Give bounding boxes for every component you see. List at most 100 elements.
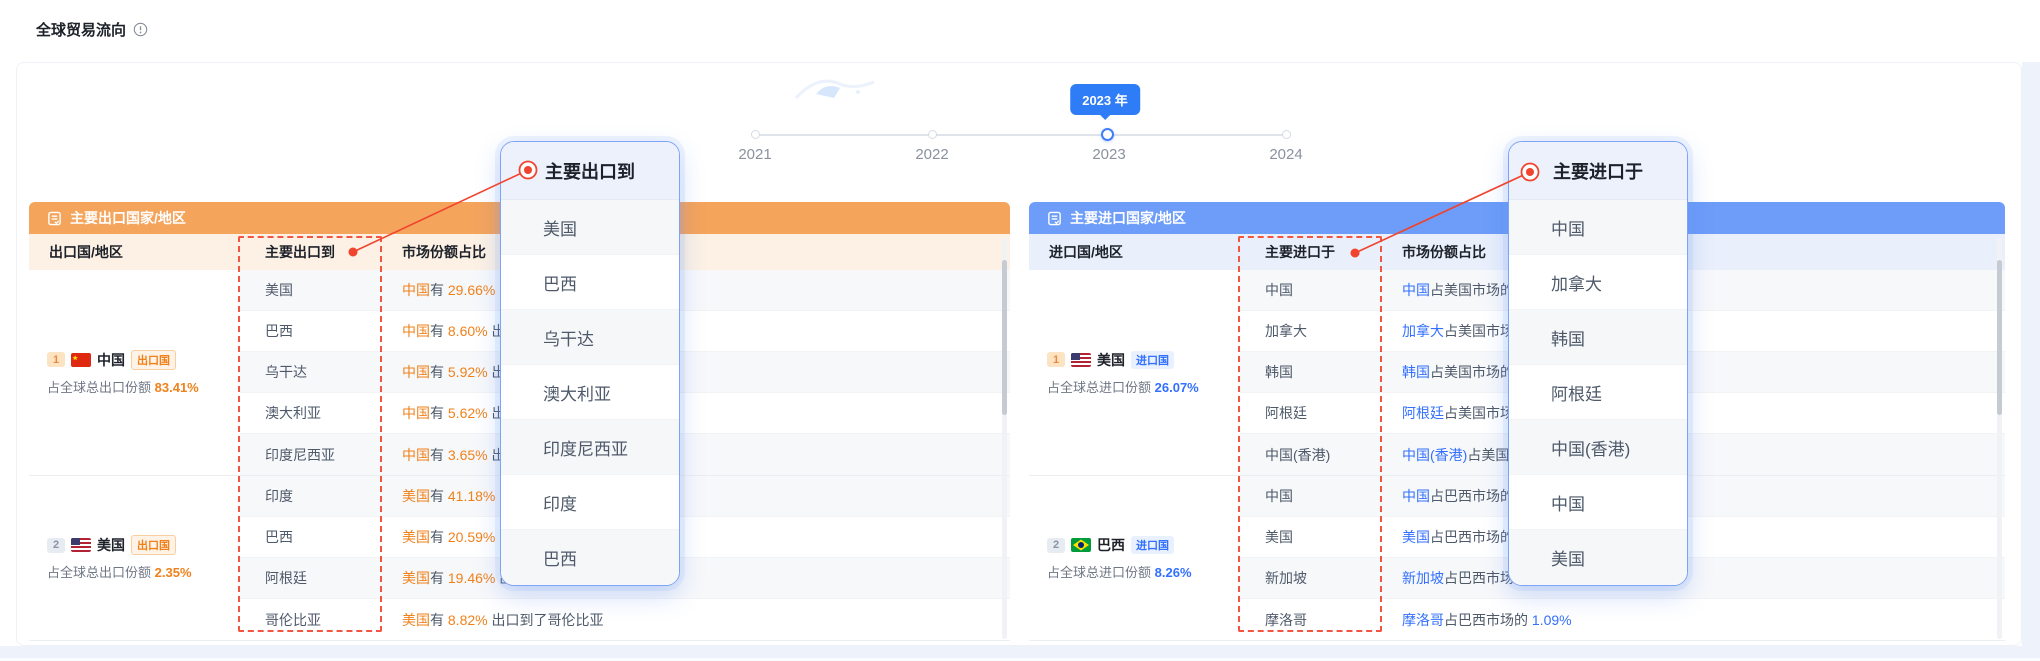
dropdown-item[interactable]: 乌干达	[501, 310, 679, 365]
slider-handle[interactable]	[1101, 128, 1114, 141]
dropdown-item[interactable]: 阿根廷	[1509, 365, 1687, 420]
role-badge: 进口国	[1131, 351, 1174, 369]
dropdown-item[interactable]: 印度	[501, 475, 679, 530]
market-share-text: 美国有 20.59% 出	[378, 527, 1010, 547]
market-share-text: 美国有 41.18% 出	[378, 486, 1010, 506]
partner-country: 阿根廷	[240, 568, 378, 588]
rank-badge: 2	[47, 538, 65, 553]
share-label: 占全球总出口份额	[47, 380, 151, 395]
col-market-share: 市场份额占比	[378, 242, 1010, 262]
role-badge: 出口国	[131, 350, 176, 370]
exporter-summary: 1 中国 出口国 占全球总出口份额 83.41%	[29, 270, 240, 475]
partner-country: 中国	[1240, 280, 1378, 300]
partner-country: 巴西	[240, 321, 378, 341]
export-dropdown: 主要出口到 美国 巴西 乌干达 澳大利亚 印度尼西亚 印度 巴西	[500, 141, 680, 586]
partner-country: 中国(香港)	[1240, 445, 1378, 465]
dropdown-item[interactable]: 中国	[1509, 200, 1687, 255]
col-import-from: 主要进口于	[1240, 242, 1378, 262]
partner-country: 巴西	[240, 527, 378, 547]
role-badge: 进口国	[1131, 536, 1174, 554]
share-value: 83.41%	[155, 380, 199, 395]
dropdown-item[interactable]: 加拿大	[1509, 255, 1687, 310]
share-label: 占全球总进口份额	[1047, 565, 1151, 580]
year-label-2022[interactable]: 2022	[897, 146, 967, 163]
china-flag-icon	[71, 353, 91, 367]
dropdown-item[interactable]: 巴西	[501, 255, 679, 310]
dropdown-item[interactable]: 韩国	[1509, 310, 1687, 365]
slider-mark-2021[interactable]	[751, 130, 760, 139]
partner-country: 印度尼西亚	[240, 445, 378, 465]
market-share-text: 中国(香港)占美国市	[1378, 445, 2005, 465]
year-label-2023[interactable]: 2023	[1074, 146, 1144, 163]
orders-icon	[1047, 211, 1062, 226]
page-title: 全球贸易流向	[36, 19, 148, 40]
slider-tooltip: 2023 年	[1070, 84, 1140, 115]
slider-mark-2022[interactable]	[928, 130, 937, 139]
import-banner-label: 主要进口国家/地区	[1070, 208, 1186, 228]
dropdown-item[interactable]: 中国(香港)	[1509, 420, 1687, 475]
year-slider-track[interactable]	[755, 134, 1286, 136]
partner-country: 澳大利亚	[240, 403, 378, 423]
dropdown-item[interactable]: 美国	[501, 200, 679, 255]
dropdown-item[interactable]: 印度尼西亚	[501, 420, 679, 475]
partner-country: 阿根廷	[1240, 403, 1378, 423]
partner-country: 美国	[1240, 527, 1378, 547]
export-banner-label: 主要出口国家/地区	[70, 208, 186, 228]
export-table-scrollbar-thumb[interactable]	[1002, 260, 1007, 415]
market-share-text: 中国有 29.66% 出	[378, 280, 1010, 300]
col-export-to: 主要出口到	[240, 242, 378, 262]
partner-country: 加拿大	[1240, 321, 1378, 341]
market-share-text: 美国有 8.82% 出口到了哥伦比亚	[378, 610, 1010, 630]
import-table-scrollbar-thumb[interactable]	[1997, 260, 2002, 415]
market-share-text: 美国占巴西市场的	[1378, 527, 2005, 547]
market-share-text: 新加坡占巴西市场	[1378, 568, 2005, 588]
partner-country: 新加坡	[1240, 568, 1378, 588]
share-value: 2.35%	[155, 565, 192, 580]
country-name: 中国	[97, 350, 125, 370]
rank-badge: 1	[1047, 352, 1065, 367]
partner-country: 中国	[1240, 486, 1378, 506]
col-importer: 进口国/地区	[1029, 242, 1240, 262]
share-label: 占全球总出口份额	[47, 565, 151, 580]
orders-icon	[47, 211, 62, 226]
import-dropdown-title: 主要进口于	[1509, 142, 1687, 200]
usa-flag-icon	[71, 538, 91, 552]
rank-badge: 1	[47, 352, 65, 367]
role-badge: 出口国	[131, 535, 176, 555]
page-title-text: 全球贸易流向	[36, 19, 126, 40]
exporter-summary: 2 美国 出口国 占全球总出口份额 2.35%	[29, 476, 240, 640]
country-name: 巴西	[1097, 535, 1125, 555]
partner-country: 印度	[240, 486, 378, 506]
col-exporter: 出口国/地区	[29, 242, 240, 262]
year-label-2024[interactable]: 2024	[1251, 146, 1321, 163]
market-share-text: 中国有 3.65% 出	[378, 445, 1010, 465]
partner-country: 乌干达	[240, 362, 378, 382]
market-share-text: 中国占美国市场的	[1378, 280, 2005, 300]
watermark	[778, 68, 888, 110]
dropdown-item[interactable]: 巴西	[501, 530, 679, 585]
slider-mark-2024[interactable]	[1282, 130, 1291, 139]
usa-flag-icon	[1071, 353, 1091, 367]
market-share-text: 中国有 5.92% 出	[378, 362, 1010, 382]
table-row[interactable]: 摩洛哥 摩洛哥占巴西市场的 1.09%	[1240, 599, 2005, 640]
info-circle-icon[interactable]	[133, 22, 148, 37]
market-share-text: 阿根廷占美国市场	[1378, 403, 2005, 423]
importer-summary: 1 美国 进口国 占全球总进口份额 26.07%	[1029, 270, 1240, 475]
importer-summary: 2 巴西 进口国 占全球总进口份额 8.26%	[1029, 476, 1240, 640]
table-row[interactable]: 哥伦比亚 美国有 8.82% 出口到了哥伦比亚	[240, 599, 1010, 640]
dropdown-item[interactable]: 澳大利亚	[501, 365, 679, 420]
year-label-2021[interactable]: 2021	[720, 146, 790, 163]
market-share-text: 中国有 5.62% 出	[378, 403, 1010, 423]
share-value: 26.07%	[1155, 380, 1199, 395]
page-background-strip-right	[2022, 62, 2040, 661]
partner-country: 韩国	[1240, 362, 1378, 382]
dropdown-item[interactable]: 中国	[1509, 475, 1687, 530]
partner-country: 美国	[240, 280, 378, 300]
partner-country: 哥伦比亚	[240, 610, 378, 630]
share-value: 8.26%	[1155, 565, 1192, 580]
export-dropdown-title: 主要出口到	[501, 142, 679, 200]
market-share-text: 中国占巴西市场的	[1378, 486, 2005, 506]
market-share-text: 摩洛哥占巴西市场的 1.09%	[1378, 610, 2005, 630]
dropdown-item[interactable]: 美国	[1509, 530, 1687, 585]
share-label: 占全球总进口份额	[1047, 380, 1151, 395]
